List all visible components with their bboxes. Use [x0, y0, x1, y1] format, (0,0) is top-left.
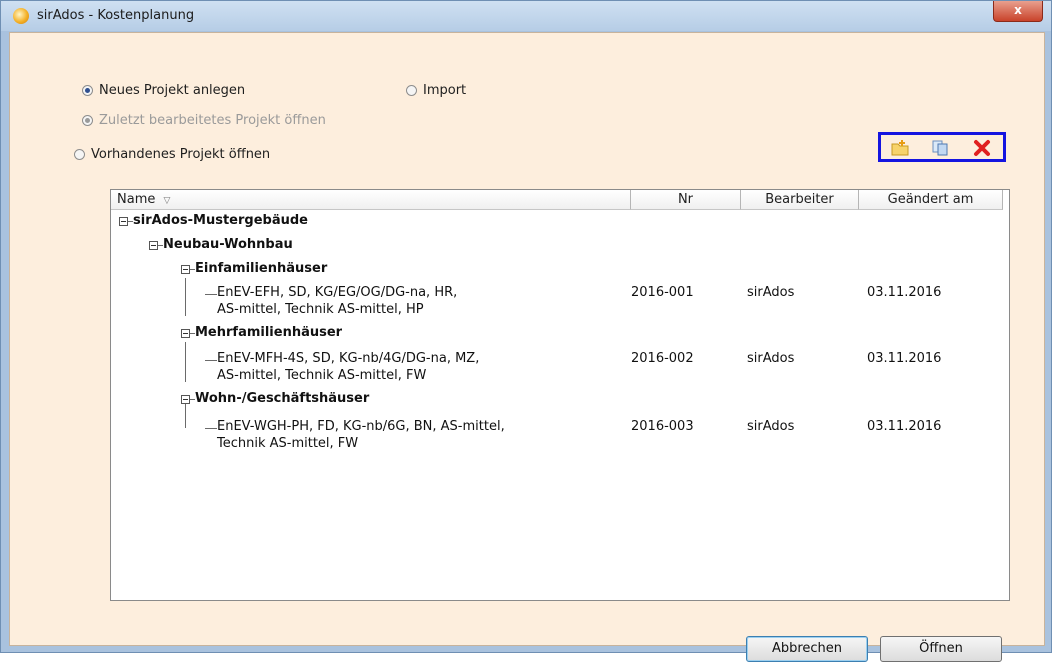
project-name-line2[interactable]: AS-mittel, Technik AS-mittel, FW	[217, 368, 426, 383]
tree-connector	[185, 342, 186, 382]
tree-node-category[interactable]: Mehrfamilienhäuser	[195, 325, 342, 340]
column-header-changed[interactable]: Geändert am	[859, 190, 1003, 210]
dialog-body: Neues Projekt anlegen Import Zuletzt bea…	[9, 32, 1045, 662]
radio-label: Neues Projekt anlegen	[99, 83, 246, 98]
collapse-toggle-icon[interactable]	[181, 329, 190, 338]
column-header-editor[interactable]: Bearbeiter	[741, 190, 859, 210]
tree-node-category[interactable]: Wohn-/Geschäftshäuser	[195, 391, 369, 406]
cancel-button[interactable]: Abbrechen	[746, 636, 868, 662]
project-changed-date: 03.11.2016	[867, 285, 942, 300]
collapse-toggle-icon[interactable]	[149, 241, 158, 250]
copy-icon[interactable]	[931, 139, 949, 157]
column-header-name[interactable]: Name ▽	[111, 190, 631, 210]
project-name-line1[interactable]: EnEV-MFH-4S, SD, KG-nb/4G/DG-na, MZ,	[217, 351, 479, 366]
project-editor: sirAdos	[747, 285, 795, 300]
title-bar: sirAdos - Kostenplanung x	[1, 1, 1051, 31]
tree-connector	[185, 404, 186, 428]
radio-label: Vorhandenes Projekt öffnen	[91, 147, 271, 162]
project-editor: sirAdos	[747, 351, 795, 366]
tree-connector	[205, 360, 217, 361]
project-toolbar	[878, 132, 1006, 162]
radio-import[interactable]: Import	[406, 83, 466, 98]
tree-node-root[interactable]: sirAdos-Mustergebäude	[133, 213, 308, 228]
radio-dot-icon	[82, 115, 93, 126]
close-button[interactable]: x	[993, 1, 1043, 22]
collapse-toggle-icon[interactable]	[119, 217, 128, 226]
project-name-line1[interactable]: EnEV-EFH, SD, KG/EG/OG/DG-na, HR,	[217, 285, 457, 300]
delete-icon[interactable]	[973, 139, 991, 157]
project-name-line1[interactable]: EnEV-WGH-PH, FD, KG-nb/6G, BN, AS-mittel…	[217, 419, 505, 434]
radio-label: Import	[423, 83, 467, 98]
radio-new-project[interactable]: Neues Projekt anlegen	[82, 83, 245, 98]
tree-connector	[205, 294, 217, 295]
radio-dot-icon	[74, 149, 85, 160]
project-nr: 2016-001	[631, 285, 694, 300]
collapse-toggle-icon[interactable]	[181, 395, 190, 404]
new-folder-icon[interactable]	[891, 139, 909, 157]
radio-dot-icon	[82, 85, 93, 96]
tree-connector	[185, 278, 186, 316]
tree-node-group[interactable]: Neubau-Wohnbau	[163, 237, 293, 252]
column-header-nr[interactable]: Nr	[631, 190, 741, 210]
project-tree: Name ▽ Nr Bearbeiter Geändert am sirAdos…	[110, 189, 1010, 601]
radio-label: Zuletzt bearbeitetes Projekt öffnen	[99, 113, 326, 128]
project-name-line2[interactable]: Technik AS-mittel, FW	[217, 436, 358, 451]
project-changed-date: 03.11.2016	[867, 351, 942, 366]
project-name-line2[interactable]: AS-mittel, Technik AS-mittel, HP	[217, 302, 424, 317]
project-changed-date: 03.11.2016	[867, 419, 942, 434]
collapse-toggle-icon[interactable]	[181, 265, 190, 274]
dialog-window: sirAdos - Kostenplanung x Neues Projekt …	[0, 0, 1052, 662]
project-editor: sirAdos	[747, 419, 795, 434]
open-button[interactable]: Öffnen	[880, 636, 1002, 662]
radio-existing-project[interactable]: Vorhandenes Projekt öffnen	[74, 147, 270, 162]
project-nr: 2016-002	[631, 351, 694, 366]
radio-last-project: Zuletzt bearbeitetes Projekt öffnen	[82, 113, 326, 128]
tree-connector	[205, 428, 217, 429]
sort-indicator-icon: ▽	[163, 196, 171, 206]
tree-node-category[interactable]: Einfamilienhäuser	[195, 261, 327, 276]
window-title: sirAdos - Kostenplanung	[37, 8, 195, 23]
column-header-label: Name	[117, 192, 156, 207]
app-logo-icon	[13, 8, 29, 24]
radio-dot-icon	[406, 85, 417, 96]
project-nr: 2016-003	[631, 419, 694, 434]
